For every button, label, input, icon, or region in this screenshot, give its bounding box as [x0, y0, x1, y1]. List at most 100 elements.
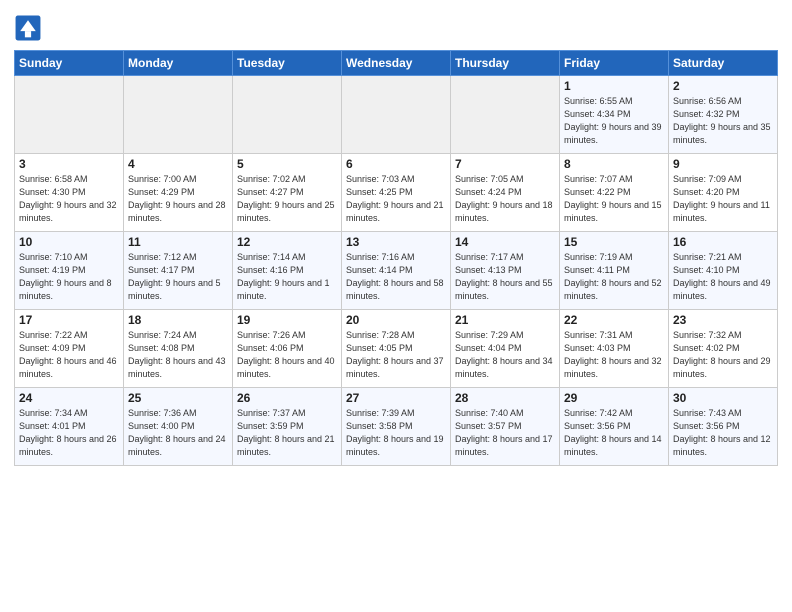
calendar-cell: 7 Sunrise: 7:05 AM Sunset: 4:24 PM Daylig… [451, 154, 560, 232]
calendar-cell [233, 76, 342, 154]
calendar-week-row: 17 Sunrise: 7:22 AM Sunset: 4:09 PM Dayli… [15, 310, 778, 388]
calendar-header-row: SundayMondayTuesdayWednesdayThursdayFrid… [15, 51, 778, 76]
calendar-cell: 11 Sunrise: 7:12 AM Sunset: 4:17 PM Dayli… [124, 232, 233, 310]
day-info: Sunrise: 7:22 AM Sunset: 4:09 PM Dayligh… [19, 329, 119, 381]
calendar-cell: 13 Sunrise: 7:16 AM Sunset: 4:14 PM Dayli… [342, 232, 451, 310]
day-number: 2 [673, 79, 773, 93]
day-number: 17 [19, 313, 119, 327]
day-number: 15 [564, 235, 664, 249]
day-info: Sunrise: 7:31 AM Sunset: 4:03 PM Dayligh… [564, 329, 664, 381]
calendar-cell: 17 Sunrise: 7:22 AM Sunset: 4:09 PM Dayli… [15, 310, 124, 388]
day-number: 21 [455, 313, 555, 327]
column-header-thursday: Thursday [451, 51, 560, 76]
day-info: Sunrise: 7:09 AM Sunset: 4:20 PM Dayligh… [673, 173, 773, 225]
day-info: Sunrise: 7:12 AM Sunset: 4:17 PM Dayligh… [128, 251, 228, 303]
day-info: Sunrise: 7:07 AM Sunset: 4:22 PM Dayligh… [564, 173, 664, 225]
day-number: 18 [128, 313, 228, 327]
day-info: Sunrise: 7:21 AM Sunset: 4:10 PM Dayligh… [673, 251, 773, 303]
calendar-cell [124, 76, 233, 154]
day-number: 30 [673, 391, 773, 405]
day-number: 9 [673, 157, 773, 171]
column-header-wednesday: Wednesday [342, 51, 451, 76]
day-info: Sunrise: 7:39 AM Sunset: 3:58 PM Dayligh… [346, 407, 446, 459]
calendar-cell: 10 Sunrise: 7:10 AM Sunset: 4:19 PM Dayli… [15, 232, 124, 310]
calendar-cell: 19 Sunrise: 7:26 AM Sunset: 4:06 PM Dayli… [233, 310, 342, 388]
day-number: 11 [128, 235, 228, 249]
day-info: Sunrise: 7:28 AM Sunset: 4:05 PM Dayligh… [346, 329, 446, 381]
calendar-cell [342, 76, 451, 154]
day-info: Sunrise: 7:37 AM Sunset: 3:59 PM Dayligh… [237, 407, 337, 459]
day-number: 13 [346, 235, 446, 249]
day-info: Sunrise: 7:02 AM Sunset: 4:27 PM Dayligh… [237, 173, 337, 225]
calendar-week-row: 24Sunrise: 7:34 AM Sunset: 4:01 PM Dayli… [15, 388, 778, 466]
day-info: Sunrise: 7:10 AM Sunset: 4:19 PM Dayligh… [19, 251, 119, 303]
calendar-cell: 20 Sunrise: 7:28 AM Sunset: 4:05 PM Dayli… [342, 310, 451, 388]
day-info: Sunrise: 6:56 AM Sunset: 4:32 PM Dayligh… [673, 95, 773, 147]
day-info: Sunrise: 7:16 AM Sunset: 4:14 PM Dayligh… [346, 251, 446, 303]
calendar-cell: 25Sunrise: 7:36 AM Sunset: 4:00 PM Dayli… [124, 388, 233, 466]
day-info: Sunrise: 7:24 AM Sunset: 4:08 PM Dayligh… [128, 329, 228, 381]
day-info: Sunrise: 6:55 AM Sunset: 4:34 PM Dayligh… [564, 95, 664, 147]
page-container: SundayMondayTuesdayWednesdayThursdayFrid… [0, 0, 792, 474]
calendar-cell: 24Sunrise: 7:34 AM Sunset: 4:01 PM Dayli… [15, 388, 124, 466]
calendar-cell: 28Sunrise: 7:40 AM Sunset: 3:57 PM Dayli… [451, 388, 560, 466]
day-info: Sunrise: 7:43 AM Sunset: 3:56 PM Dayligh… [673, 407, 773, 459]
day-number: 19 [237, 313, 337, 327]
calendar-cell [451, 76, 560, 154]
calendar-cell: 8 Sunrise: 7:07 AM Sunset: 4:22 PM Daylig… [560, 154, 669, 232]
day-number: 25 [128, 391, 228, 405]
day-number: 29 [564, 391, 664, 405]
calendar-cell: 23 Sunrise: 7:32 AM Sunset: 4:02 PM Dayli… [669, 310, 778, 388]
logo-icon [14, 14, 42, 42]
calendar-week-row: 1Sunrise: 6:55 AM Sunset: 4:34 PM Daylig… [15, 76, 778, 154]
day-info: Sunrise: 7:05 AM Sunset: 4:24 PM Dayligh… [455, 173, 555, 225]
day-info: Sunrise: 7:17 AM Sunset: 4:13 PM Dayligh… [455, 251, 555, 303]
calendar-cell: 1Sunrise: 6:55 AM Sunset: 4:34 PM Daylig… [560, 76, 669, 154]
column-header-friday: Friday [560, 51, 669, 76]
day-number: 8 [564, 157, 664, 171]
column-header-tuesday: Tuesday [233, 51, 342, 76]
day-number: 6 [346, 157, 446, 171]
calendar-cell: 2 Sunrise: 6:56 AM Sunset: 4:32 PM Daylig… [669, 76, 778, 154]
calendar-cell: 15Sunrise: 7:19 AM Sunset: 4:11 PM Dayli… [560, 232, 669, 310]
calendar-cell: 5 Sunrise: 7:02 AM Sunset: 4:27 PM Daylig… [233, 154, 342, 232]
calendar-cell: 3 Sunrise: 6:58 AM Sunset: 4:30 PM Daylig… [15, 154, 124, 232]
day-number: 4 [128, 157, 228, 171]
day-info: Sunrise: 7:03 AM Sunset: 4:25 PM Dayligh… [346, 173, 446, 225]
calendar-week-row: 3 Sunrise: 6:58 AM Sunset: 4:30 PM Daylig… [15, 154, 778, 232]
calendar-cell: 16 Sunrise: 7:21 AM Sunset: 4:10 PM Dayli… [669, 232, 778, 310]
day-number: 14 [455, 235, 555, 249]
day-number: 24 [19, 391, 119, 405]
calendar-cell: 27 Sunrise: 7:39 AM Sunset: 3:58 PM Dayli… [342, 388, 451, 466]
calendar-week-row: 10 Sunrise: 7:10 AM Sunset: 4:19 PM Dayli… [15, 232, 778, 310]
day-number: 27 [346, 391, 446, 405]
day-info: Sunrise: 7:42 AM Sunset: 3:56 PM Dayligh… [564, 407, 664, 459]
calendar-table: SundayMondayTuesdayWednesdayThursdayFrid… [14, 50, 778, 466]
day-number: 22 [564, 313, 664, 327]
day-number: 20 [346, 313, 446, 327]
day-number: 7 [455, 157, 555, 171]
day-number: 26 [237, 391, 337, 405]
day-number: 16 [673, 235, 773, 249]
day-number: 5 [237, 157, 337, 171]
day-number: 10 [19, 235, 119, 249]
day-number: 3 [19, 157, 119, 171]
calendar-cell: 12Sunrise: 7:14 AM Sunset: 4:16 PM Dayli… [233, 232, 342, 310]
day-info: Sunrise: 7:00 AM Sunset: 4:29 PM Dayligh… [128, 173, 228, 225]
day-info: Sunrise: 7:26 AM Sunset: 4:06 PM Dayligh… [237, 329, 337, 381]
calendar-cell: 9 Sunrise: 7:09 AM Sunset: 4:20 PM Daylig… [669, 154, 778, 232]
calendar-cell: 26 Sunrise: 7:37 AM Sunset: 3:59 PM Dayli… [233, 388, 342, 466]
day-info: Sunrise: 6:58 AM Sunset: 4:30 PM Dayligh… [19, 173, 119, 225]
day-number: 23 [673, 313, 773, 327]
calendar-cell: 18 Sunrise: 7:24 AM Sunset: 4:08 PM Dayli… [124, 310, 233, 388]
page-header [14, 10, 778, 42]
column-header-saturday: Saturday [669, 51, 778, 76]
day-info: Sunrise: 7:32 AM Sunset: 4:02 PM Dayligh… [673, 329, 773, 381]
calendar-cell: 4 Sunrise: 7:00 AM Sunset: 4:29 PM Daylig… [124, 154, 233, 232]
calendar-cell: 21 Sunrise: 7:29 AM Sunset: 4:04 PM Dayli… [451, 310, 560, 388]
column-header-sunday: Sunday [15, 51, 124, 76]
day-number: 12 [237, 235, 337, 249]
day-number: 28 [455, 391, 555, 405]
logo [14, 14, 44, 42]
day-info: Sunrise: 7:29 AM Sunset: 4:04 PM Dayligh… [455, 329, 555, 381]
